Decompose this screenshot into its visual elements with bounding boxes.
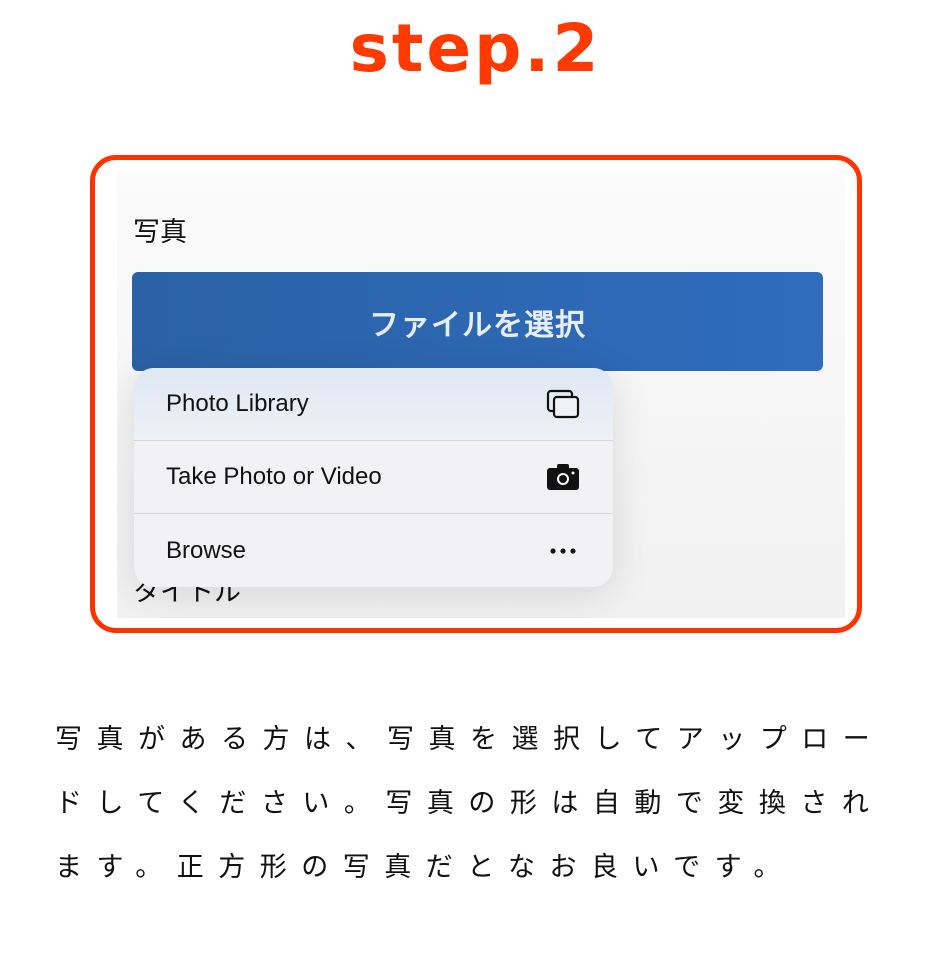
screenshot-frame: 写真 ファイルを選択 タイトル Photo Library Take Photo… [90, 155, 862, 633]
menu-item-browse[interactable]: Browse [134, 514, 613, 587]
photo-library-icon [545, 389, 581, 419]
instruction-line: 写真がある方は、写真を選択してアップロー [55, 724, 885, 755]
photo-field-label: 写真 [133, 217, 187, 248]
choose-file-button[interactable]: ファイルを選択 [132, 272, 823, 371]
menu-item-photo-library[interactable]: Photo Library [134, 368, 613, 441]
instruction-line: ドしてください。写真の形は自動で変換され [55, 788, 884, 819]
instruction-text: 写真がある方は、写真を選択してアップロー ドしてください。写真の形は自動で変換さ… [55, 708, 925, 900]
more-icon [545, 536, 581, 566]
menu-item-label: Browse [166, 536, 247, 564]
menu-item-take-photo[interactable]: Take Photo or Video [134, 441, 613, 514]
upload-form-screenshot: 写真 ファイルを選択 タイトル Photo Library Take Photo… [117, 170, 845, 618]
step-title: step.2 [349, 10, 602, 87]
menu-item-label: Take Photo or Video [166, 463, 382, 490]
file-source-menu: Photo Library Take Photo or Video Browse [134, 368, 613, 587]
instruction-line: ます。正方形の写真だとなお良いです。 [55, 852, 795, 883]
menu-item-label: Photo Library [166, 390, 309, 417]
camera-icon [545, 462, 581, 492]
